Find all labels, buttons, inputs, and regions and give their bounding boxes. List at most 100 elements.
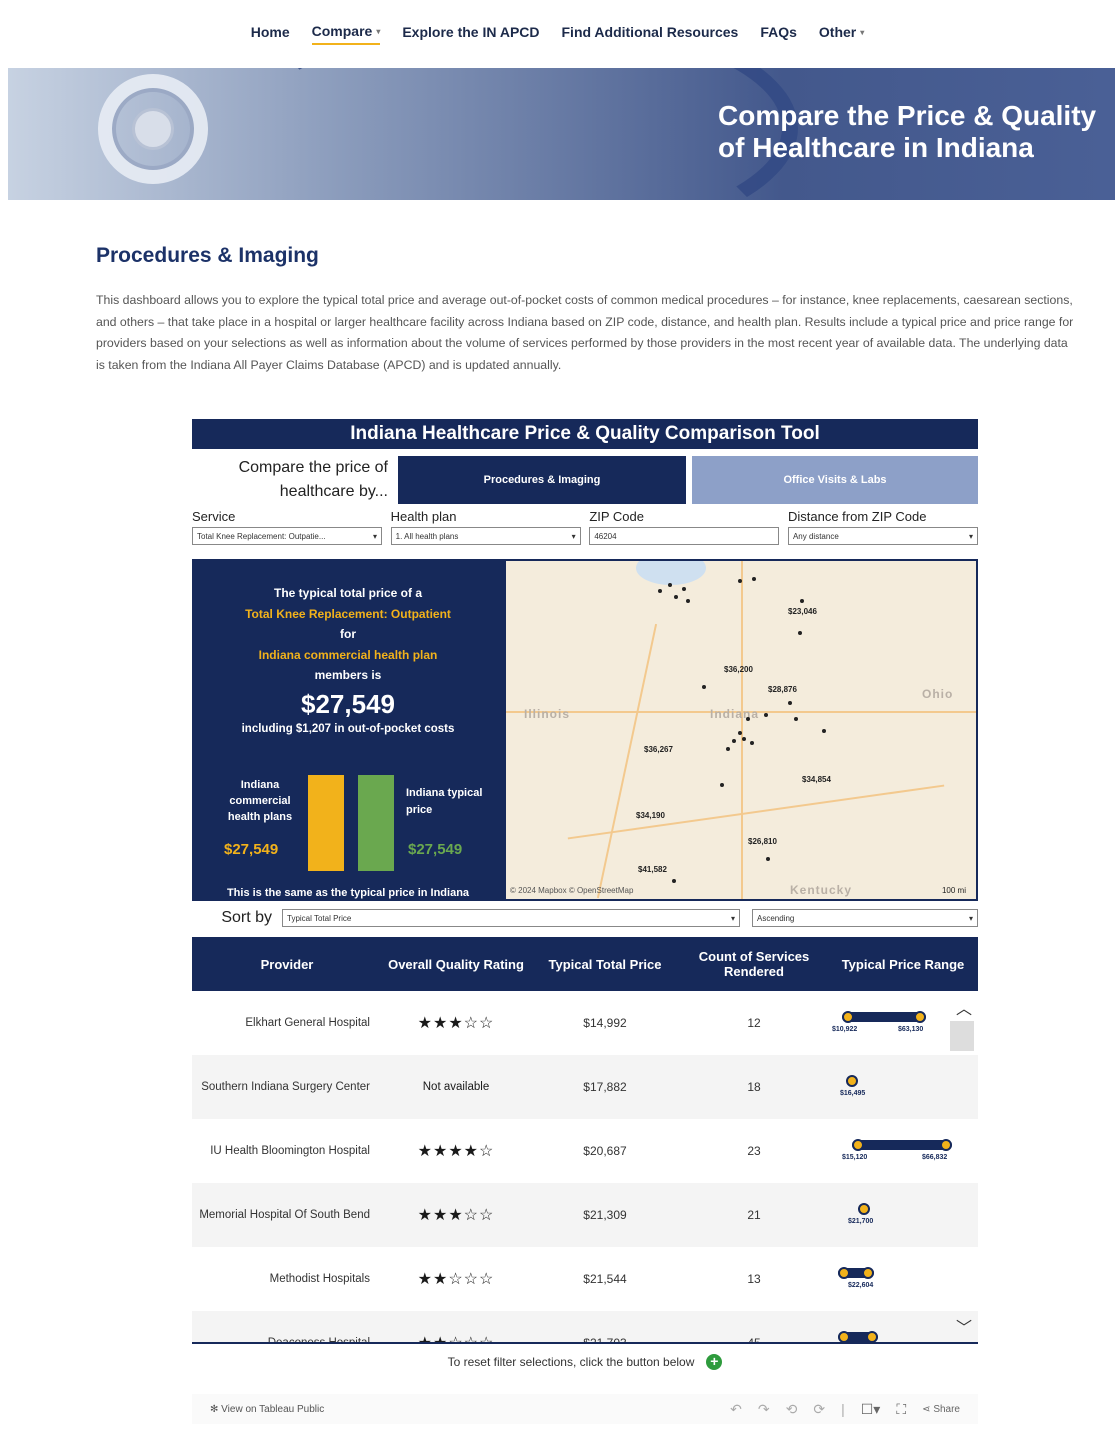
nav-explore-label: Explore the IN APCD: [402, 24, 540, 40]
map-marker[interactable]: [672, 879, 676, 883]
map-marker[interactable]: [738, 731, 742, 735]
service-label: Service: [192, 509, 236, 524]
comment-icon[interactable]: ☐▾: [861, 1401, 881, 1418]
map-marker[interactable]: [726, 747, 730, 751]
range-low: $16,495: [840, 1090, 866, 1097]
map-marker[interactable]: [686, 599, 690, 603]
header-price[interactable]: Typical Total Price: [530, 957, 680, 972]
hero-title-line2: of Healthcare in Indiana: [718, 132, 1034, 163]
sort-order-select[interactable]: Ascending ▾: [752, 909, 978, 927]
map-marker[interactable]: [764, 713, 768, 717]
map-price-label: $36,200: [724, 665, 753, 674]
service-select[interactable]: Total Knee Replacement: Outpatie... ▾: [192, 527, 382, 545]
sort-row: Sort by Typical Total Price ▾ Ascending ▾: [192, 907, 978, 929]
bar-right-label: Indiana typical price: [406, 787, 483, 816]
share-button[interactable]: ⋖ Share: [922, 1404, 960, 1415]
map-marker[interactable]: [752, 577, 756, 581]
distance-select[interactable]: Any distance ▾: [787, 527, 978, 545]
reset-plus-icon[interactable]: +: [706, 1354, 723, 1370]
tab-office-visits-labs[interactable]: Office Visits & Labs: [692, 456, 978, 504]
provider-name: Southern Indiana Surgery Center: [201, 1080, 370, 1093]
map-price-label: $36,267: [644, 745, 673, 754]
typical-price: $14,992: [583, 1016, 627, 1030]
undo-icon[interactable]: ↶: [730, 1401, 742, 1418]
provider-name: Elkhart General Hospital: [245, 1016, 370, 1029]
header-count[interactable]: Count of Services Rendered: [680, 949, 828, 979]
chevron-down-icon: ▾: [571, 531, 576, 541]
nav-resources-label: Find Additional Resources: [561, 24, 739, 40]
table-row[interactable]: Deaconess Hospital ★★☆☆☆ $21,703 45: [192, 1311, 978, 1344]
lake-michigan: [636, 561, 706, 585]
distance-filter: Distance from ZIP Code Any distance ▾: [787, 509, 978, 545]
table-row[interactable]: IU Health Bloomington Hospital ★★★★☆ $20…: [192, 1119, 978, 1183]
compare-label-line2: healthcare by...: [279, 483, 388, 500]
range-low: $22,604: [848, 1282, 874, 1289]
map-marker[interactable]: [682, 587, 686, 591]
table-row[interactable]: Southern Indiana Surgery Center Not avai…: [192, 1055, 978, 1119]
chevron-down-icon[interactable]: ﹀: [956, 1314, 972, 1338]
fullscreen-icon[interactable]: ⛶: [896, 1401, 906, 1418]
table-row[interactable]: Methodist Hospitals ★★☆☆☆ $21,544 13 $22…: [192, 1247, 978, 1311]
map-marker[interactable]: [742, 737, 746, 741]
tab-procedures-imaging[interactable]: Procedures & Imaging: [398, 456, 686, 504]
plan-select[interactable]: 1. All health plans ▾: [390, 527, 581, 545]
map-marker[interactable]: [674, 595, 678, 599]
map-attribution[interactable]: © 2024 Mapbox © OpenStreetMap: [510, 886, 633, 895]
redo-icon[interactable]: ↷: [758, 1401, 770, 1418]
nav-explore[interactable]: Explore the IN APCD: [402, 24, 539, 44]
map-marker[interactable]: [750, 741, 754, 745]
nav-compare[interactable]: Compare ▾: [311, 23, 381, 45]
compare-label-line1: Compare the price of: [238, 459, 388, 476]
price-range: $16,495: [828, 1072, 978, 1102]
range-dot-high: [940, 1139, 952, 1151]
header-rating[interactable]: Overall Quality Rating: [382, 957, 530, 972]
quality-rating: ★★★☆☆: [417, 1015, 495, 1032]
typical-price: $21,703: [583, 1336, 627, 1344]
provider-map[interactable]: Illinois Indiana Ohio Kentucky $23,046 $…: [504, 559, 978, 901]
distance-value: Any distance: [792, 531, 839, 541]
provider-name: IU Health Bloomington Hospital: [210, 1144, 370, 1157]
nav-home-label: Home: [250, 24, 290, 40]
map-marker[interactable]: [794, 717, 798, 721]
map-marker[interactable]: [822, 729, 826, 733]
map-road: [596, 623, 658, 899]
map-marker[interactable]: [788, 701, 792, 705]
map-marker[interactable]: [658, 589, 662, 593]
nav-home[interactable]: Home: [251, 24, 290, 44]
map-marker[interactable]: [800, 599, 804, 603]
plan-filter: Health plan 1. All health plans ▾: [390, 509, 581, 545]
compare-row: Compare the price of healthcare by... Pr…: [192, 453, 978, 507]
nav-resources[interactable]: Find Additional Resources: [562, 24, 739, 44]
summary-service: Total Knee Replacement: Outpatient: [245, 606, 451, 621]
map-marker[interactable]: [766, 857, 770, 861]
map-marker[interactable]: [668, 583, 672, 587]
hero-title-line1: Compare the Price & Quality: [718, 100, 1097, 131]
refresh-icon[interactable]: ⟳: [813, 1401, 825, 1418]
map-marker[interactable]: [732, 739, 736, 743]
tableau-icon: ✻: [210, 1403, 222, 1415]
header-provider[interactable]: Provider: [192, 957, 382, 972]
nav-other-label: Other: [818, 24, 857, 40]
map-marker[interactable]: [702, 685, 706, 689]
map-marker[interactable]: [798, 631, 802, 635]
chevron-up-icon[interactable]: ︿: [956, 995, 972, 1019]
nav-faqs[interactable]: FAQs: [760, 24, 797, 44]
table-row[interactable]: Memorial Hospital Of South Bend ★★★☆☆ $2…: [192, 1183, 978, 1247]
view-on-tableau-link[interactable]: ✻ View on Tableau Public: [210, 1404, 324, 1415]
reset-row: To reset filter selections, click the bu…: [192, 1354, 978, 1370]
table-scrollbar-thumb[interactable]: [950, 1021, 974, 1051]
revert-icon[interactable]: ⟲: [786, 1401, 798, 1418]
view-on-tableau-label: View on Tableau Public: [221, 1403, 325, 1415]
nav-other[interactable]: Other ▾: [819, 24, 864, 44]
summary-plan: Indiana commercial health plan: [258, 647, 438, 662]
map-marker[interactable]: [720, 783, 724, 787]
zip-input[interactable]: 46204: [589, 527, 780, 545]
table-row[interactable]: Elkhart General Hospital ★★★☆☆ $14,992 1…: [192, 991, 978, 1055]
bar-left-label: Indiana commercial health plans: [227, 779, 293, 823]
map-marker[interactable]: [746, 717, 750, 721]
map-marker[interactable]: [738, 579, 742, 583]
map-scale: 100 mi: [941, 886, 966, 895]
header-range[interactable]: Typical Price Range: [828, 957, 978, 972]
sort-field-select[interactable]: Typical Total Price ▾: [282, 909, 740, 927]
service-count: 13: [747, 1272, 761, 1286]
